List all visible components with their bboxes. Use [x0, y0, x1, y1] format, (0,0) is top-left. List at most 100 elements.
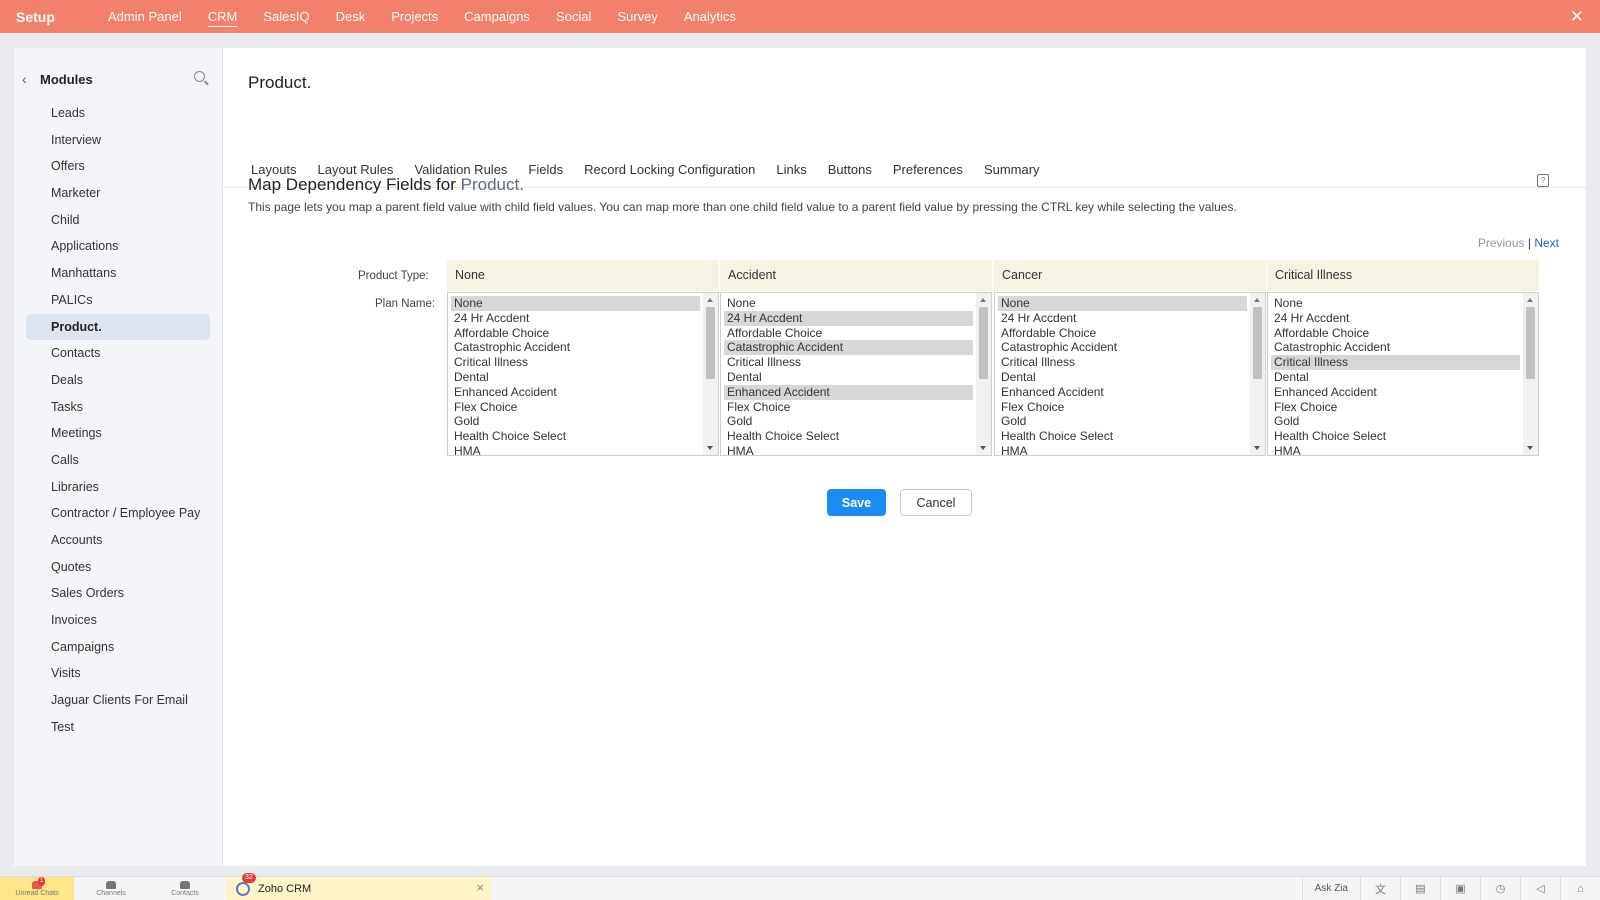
- scroll-up-icon[interactable]: [1527, 298, 1533, 302]
- listbox-option[interactable]: Flex Choice: [1271, 400, 1520, 415]
- listbox-option[interactable]: Health Choice Select: [451, 429, 700, 444]
- listbox-scrollbar[interactable]: [1523, 293, 1538, 455]
- listbox-option[interactable]: Catastrophic Accident: [1271, 340, 1520, 355]
- sidebar-item-applications[interactable]: Applications: [26, 233, 210, 260]
- listbox-option[interactable]: 24 Hr Accdent: [724, 310, 973, 326]
- plan-name-listbox[interactable]: None 24 Hr Accdent Affordable Choice Catast…: [994, 292, 1266, 456]
- scroll-up-icon[interactable]: [707, 298, 713, 302]
- next-link[interactable]: Next: [1534, 236, 1559, 250]
- sidebar-item-accounts[interactable]: Accounts: [26, 527, 210, 554]
- listbox-option[interactable]: Affordable Choice: [724, 326, 973, 341]
- sidebar-item-palics[interactable]: PALICs: [26, 287, 210, 314]
- listbox-option[interactable]: 24 Hr Accdent: [998, 311, 1247, 326]
- tab-buttons[interactable]: Buttons: [828, 162, 872, 177]
- sidebar-item-visits[interactable]: Visits: [26, 660, 210, 687]
- nav-crm[interactable]: CRM: [207, 0, 237, 33]
- listbox-option[interactable]: None: [724, 296, 973, 311]
- nav-admin-panel[interactable]: Admin Panel: [108, 0, 182, 33]
- listbox-option[interactable]: Gold: [724, 414, 973, 429]
- nav-campaigns[interactable]: Campaigns: [464, 0, 530, 33]
- sidebar-item-child[interactable]: Child: [26, 207, 210, 234]
- tab-links[interactable]: Links: [776, 162, 806, 177]
- scroll-thumb[interactable]: [1253, 307, 1262, 379]
- help-doc-icon[interactable]: ?: [1537, 174, 1549, 187]
- plan-name-listbox[interactable]: None 24 Hr Accdent Affordable Choice Catast…: [720, 292, 992, 456]
- tab-fields[interactable]: Fields: [528, 162, 563, 177]
- listbox-option[interactable]: HMA: [998, 444, 1247, 455]
- listbox-option[interactable]: Flex Choice: [451, 400, 700, 415]
- sidebar-item-quotes[interactable]: Quotes: [26, 554, 210, 581]
- translate-icon[interactable]: 文: [1360, 877, 1400, 900]
- listbox-option[interactable]: Health Choice Select: [724, 429, 973, 444]
- listbox-option[interactable]: None: [451, 296, 700, 311]
- listbox-option[interactable]: Critical Illness: [724, 355, 973, 370]
- scroll-thumb[interactable]: [1526, 307, 1535, 379]
- close-icon[interactable]: ✕: [1570, 7, 1584, 27]
- gift-icon[interactable]: ⌂: [1560, 877, 1600, 900]
- channels-button[interactable]: Channels: [74, 877, 148, 900]
- tab-preferences[interactable]: Preferences: [893, 162, 963, 177]
- listbox-option[interactable]: Dental: [451, 370, 700, 385]
- listbox-option[interactable]: Catastrophic Accident: [998, 340, 1247, 355]
- scroll-down-icon[interactable]: [1527, 446, 1533, 450]
- listbox-option[interactable]: Affordable Choice: [1271, 326, 1520, 341]
- sidebar-item-leads[interactable]: Leads: [26, 100, 210, 127]
- sidebar-item-contacts[interactable]: Contacts: [26, 340, 210, 367]
- nav-desk[interactable]: Desk: [336, 0, 366, 33]
- sidebar-item-invoices[interactable]: Invoices: [26, 607, 210, 634]
- tab-record-locking[interactable]: Record Locking Configuration: [584, 162, 755, 177]
- listbox-option[interactable]: Critical Illness: [998, 355, 1247, 370]
- scroll-down-icon[interactable]: [980, 446, 986, 450]
- listbox-option[interactable]: Gold: [1271, 414, 1520, 429]
- listbox-option[interactable]: Affordable Choice: [998, 326, 1247, 341]
- listbox-option[interactable]: 24 Hr Accdent: [451, 311, 700, 326]
- scroll-down-icon[interactable]: [707, 446, 713, 450]
- nav-salesiq[interactable]: SalesIQ: [263, 0, 309, 33]
- tab-summary[interactable]: Summary: [984, 162, 1040, 177]
- sidebar-item-offers[interactable]: Offers: [26, 153, 210, 180]
- sidebar-item-campaigns[interactable]: Campaigns: [26, 634, 210, 661]
- listbox-option[interactable]: Enhanced Accident: [451, 385, 700, 400]
- listbox-scrollbar[interactable]: [1250, 293, 1265, 455]
- plan-name-listbox[interactable]: None 24 Hr Accdent Affordable Choice Catast…: [447, 292, 719, 456]
- sidebar-item-libraries[interactable]: Libraries: [26, 474, 210, 501]
- listbox-option[interactable]: HMA: [1271, 444, 1520, 455]
- listbox-option[interactable]: HMA: [451, 444, 700, 455]
- scroll-thumb[interactable]: [979, 307, 988, 379]
- listbox-option[interactable]: Enhanced Accident: [724, 384, 973, 400]
- nav-projects[interactable]: Projects: [391, 0, 438, 33]
- listbox-scrollbar[interactable]: [703, 293, 718, 455]
- sidebar-item-manhattans[interactable]: Manhattans: [26, 260, 210, 287]
- sidebar-item-product[interactable]: Product.: [26, 313, 210, 341]
- nav-survey[interactable]: Survey: [617, 0, 657, 33]
- listbox-option[interactable]: None: [1271, 296, 1520, 311]
- contacts-button[interactable]: Contacts: [148, 877, 222, 900]
- listbox-option[interactable]: Gold: [451, 414, 700, 429]
- scroll-thumb[interactable]: [706, 307, 715, 379]
- listbox-option[interactable]: Critical Illness: [451, 355, 700, 370]
- unread-chats-button[interactable]: Unread Chats 1: [0, 877, 74, 900]
- sidebar-item-test[interactable]: Test: [26, 714, 210, 741]
- plan-name-listbox[interactable]: None 24 Hr Accdent Affordable Choice Catast…: [1267, 292, 1539, 456]
- back-chevron-icon[interactable]: ‹: [22, 71, 40, 87]
- ask-zia-button[interactable]: Ask Zia: [1301, 877, 1360, 900]
- listbox-option[interactable]: None: [998, 296, 1247, 311]
- sidebar-item-deals[interactable]: Deals: [26, 367, 210, 394]
- listbox-option[interactable]: Enhanced Accident: [1271, 385, 1520, 400]
- setup-brand[interactable]: Setup: [16, 9, 108, 25]
- listbox-option[interactable]: HMA: [724, 444, 973, 455]
- listbox-option[interactable]: Enhanced Accident: [998, 385, 1247, 400]
- scroll-up-icon[interactable]: [1254, 298, 1260, 302]
- previous-link[interactable]: Previous: [1478, 236, 1525, 250]
- listbox-option[interactable]: Catastrophic Accident: [451, 340, 700, 355]
- search-icon[interactable]: [194, 71, 210, 87]
- sidebar-item-interview[interactable]: Interview: [26, 127, 210, 154]
- announce-icon[interactable]: ◁: [1520, 877, 1560, 900]
- nav-social[interactable]: Social: [556, 0, 591, 33]
- scroll-down-icon[interactable]: [1254, 446, 1260, 450]
- listbox-option[interactable]: 24 Hr Accdent: [1271, 311, 1520, 326]
- listbox-option[interactable]: Dental: [724, 370, 973, 385]
- close-tab-icon[interactable]: ×: [476, 880, 484, 895]
- listbox-option[interactable]: Critical Illness: [1271, 355, 1520, 370]
- sidebar-item-meetings[interactable]: Meetings: [26, 420, 210, 447]
